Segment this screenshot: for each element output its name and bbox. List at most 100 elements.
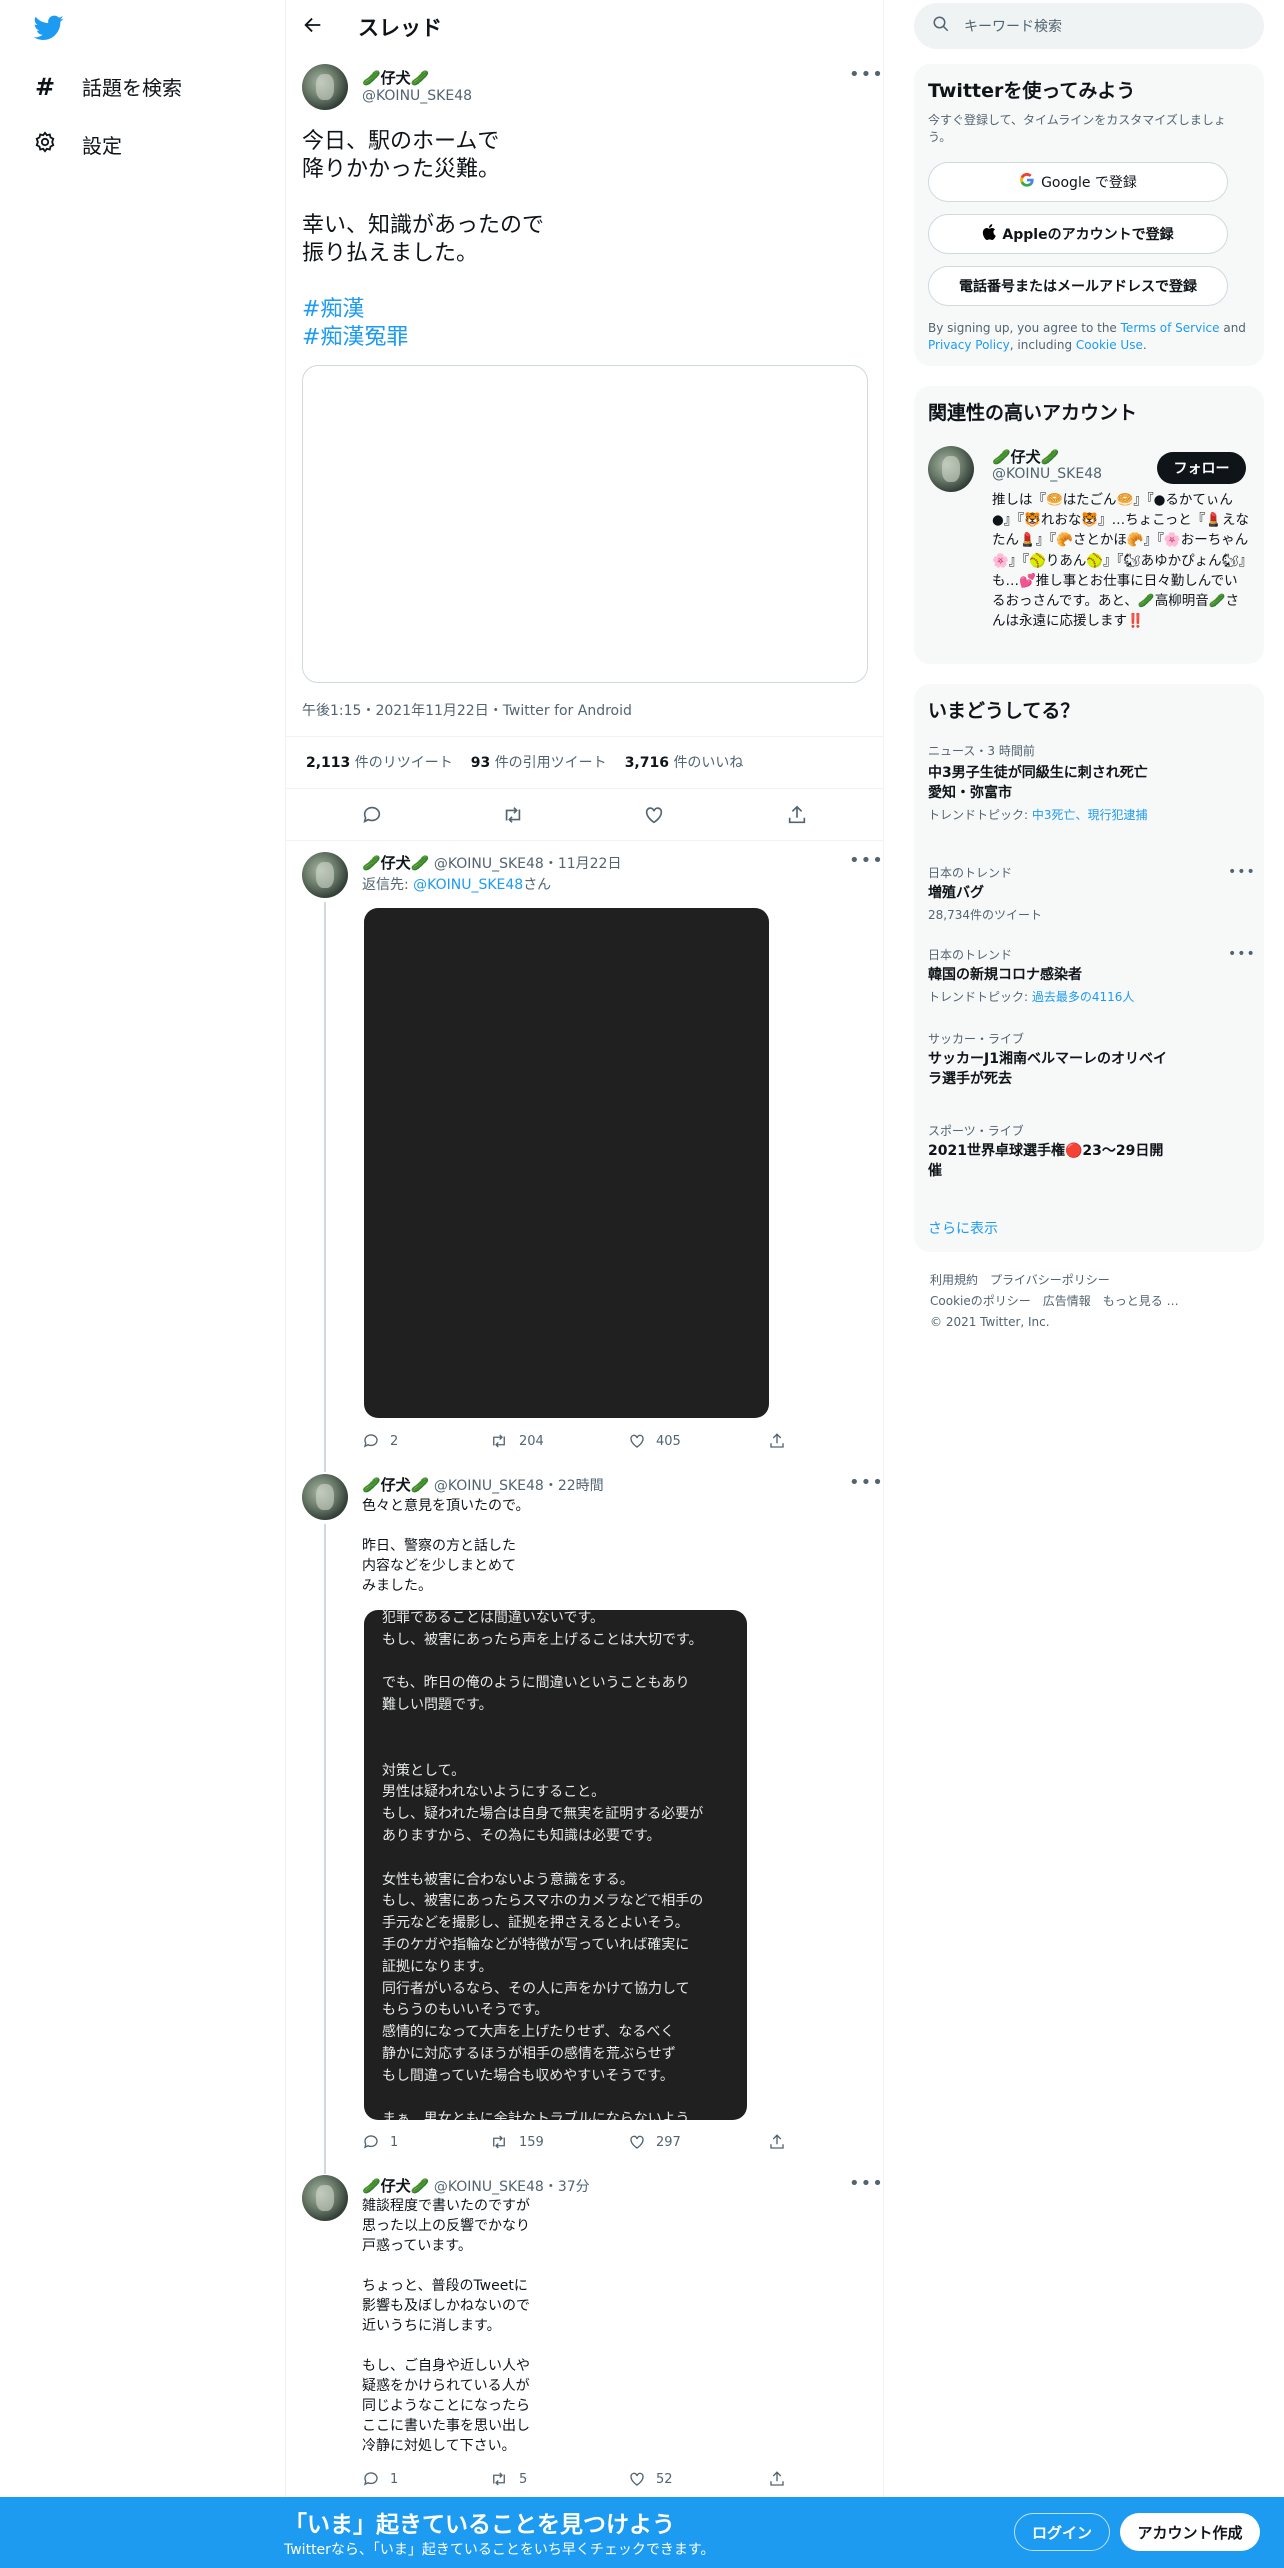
trend-category: 日本のトレンド <box>928 948 1013 962</box>
likes-label: 件のいいね <box>673 755 744 771</box>
trend-topic-link[interactable]: 中3死亡、現行犯逮捕 <box>1032 808 1148 822</box>
like-icon[interactable] <box>643 804 665 830</box>
hashtag-icon: # <box>34 72 56 101</box>
trend-more-icon[interactable]: ••• <box>1228 864 1256 880</box>
reply-to-link[interactable]: @KOINU_SKE48 <box>413 877 523 893</box>
trend-category: ニュース・3 時間前 <box>928 744 1035 758</box>
avatar[interactable] <box>302 852 348 898</box>
reply-icon[interactable] <box>361 804 383 830</box>
display-name[interactable]: 🥒仔犬🥒 <box>362 1476 429 1494</box>
create-account-button[interactable]: アカウント作成 <box>1120 2513 1260 2551</box>
google-icon <box>1019 172 1035 192</box>
retweets-stat[interactable]: 2,113 件のリツイート <box>306 752 453 772</box>
reply-button[interactable]: 1 <box>362 2470 398 2488</box>
trend-item[interactable]: ニュース・3 時間前 中3男子生徒が同級生に刺され死亡 愛知・弥富市 トレンドト… <box>928 742 1168 824</box>
avatar[interactable] <box>928 446 974 492</box>
google-signup-button[interactable]: Google で登録 <box>928 162 1228 202</box>
share-icon[interactable] <box>768 2133 786 2155</box>
like-button[interactable]: 405 <box>628 1432 681 1450</box>
privacy-link[interactable]: Privacy Policy <box>928 338 1010 352</box>
terms-text: , including <box>1009 338 1076 352</box>
more-options-icon[interactable]: ••• <box>849 850 884 871</box>
tweet-image[interactable] <box>364 908 769 1418</box>
more-options-icon[interactable]: ••• <box>849 64 884 85</box>
login-button[interactable]: ログイン <box>1014 2513 1110 2551</box>
retweet-count: 204 <box>519 1433 544 1449</box>
handle-time[interactable]: @KOINU_SKE48・22時間 <box>434 1478 604 1494</box>
display-name[interactable]: 🥒仔犬🥒 <box>362 854 429 872</box>
footer-link[interactable]: もっと見る … <box>1103 1294 1179 1308</box>
footer-links: 利用規約 プライバシーポリシー Cookieのポリシー 広告情報 もっと見る … © … <box>930 1270 1250 1333</box>
handle-time[interactable]: @KOINU_SKE48・11月22日 <box>434 856 622 872</box>
footer-link[interactable]: プライバシーポリシー <box>990 1273 1110 1287</box>
more-options-icon[interactable]: ••• <box>849 1472 884 1493</box>
reply-button[interactable]: 1 <box>362 2133 398 2151</box>
nav-item-explore[interactable]: # 話題を検索 <box>34 72 182 101</box>
reply-header: 🥒仔犬🥒 @KOINU_SKE48・11月22日 <box>362 852 621 873</box>
retweet-icon <box>493 2472 505 2486</box>
like-icon <box>630 2472 644 2486</box>
avatar[interactable] <box>302 64 348 110</box>
trends-title: いまどうしてる？ <box>928 700 1080 722</box>
display-name[interactable]: 🥒仔犬🥒 <box>992 446 1059 467</box>
back-arrow-icon[interactable] <box>302 14 324 42</box>
media-card[interactable] <box>302 365 868 683</box>
twitter-logo-icon[interactable] <box>33 15 64 45</box>
retweet-icon[interactable] <box>501 804 525 830</box>
tweet-timestamp[interactable]: 午後1:15・2021年11月22日・Twitter for Android <box>302 700 632 720</box>
nav-item-settings[interactable]: 設定 <box>34 130 122 159</box>
cookie-link[interactable]: Cookie Use <box>1076 338 1143 352</box>
tweet-image[interactable]: 犯罪であることは間違いないです。 もし、被害にあったら声を上げることは大切です。… <box>364 1610 747 2120</box>
terms-link[interactable]: Terms of Service <box>1121 321 1220 335</box>
like-count: 52 <box>656 2471 673 2487</box>
retweet-button[interactable]: 5 <box>489 2470 527 2488</box>
quotes-stat[interactable]: 93 件の引用ツイート <box>471 752 607 772</box>
terms-text: By signing up, you agree to the <box>928 321 1121 335</box>
trend-topic-link[interactable]: 過去最多の4116人 <box>1032 990 1135 1004</box>
share-icon[interactable] <box>768 2470 786 2492</box>
handle[interactable]: @KOINU_SKE48 <box>362 88 472 104</box>
hashtag-link[interactable]: #痴漢冤罪 <box>302 324 408 352</box>
follow-button[interactable]: フォロー <box>1157 452 1246 484</box>
trend-name: サッカーJ1湘南ベルマーレのオリベイラ選手が死去 <box>928 1051 1167 1087</box>
like-button[interactable]: 52 <box>628 2470 673 2488</box>
trend-item[interactable]: 日本のトレンド 韓国の新規コロナ感染者 トレンドトピック: 過去最多の4116人 <box>928 946 1168 1006</box>
trend-item[interactable]: スポーツ・ライブ 2021世界卓球選手権🔴23〜29日開催 <box>928 1122 1168 1181</box>
trend-name: 韓国の新規コロナ感染者 <box>928 967 1082 983</box>
retweet-button[interactable]: 204 <box>489 1432 544 1450</box>
quotes-label: 件の引用ツイート <box>494 755 607 771</box>
trend-more-icon[interactable]: ••• <box>1228 946 1256 962</box>
trend-item[interactable]: 日本のトレンド 増殖バグ 28,734件のツイート <box>928 864 1168 924</box>
footer-link[interactable]: 利用規約 <box>930 1273 978 1287</box>
apple-signup-button[interactable]: Appleのアカウントで登録 <box>928 214 1228 254</box>
tweet-text: 色々と意見を頂いたので。 昨日、警察の方と話した 内容などを少しまとめて みまし… <box>362 1498 530 1594</box>
avatar[interactable] <box>302 2175 348 2221</box>
show-more-link[interactable]: さらに表示 <box>928 1218 998 1238</box>
hashtag-link[interactable]: #痴漢 <box>302 296 364 324</box>
reply-button[interactable]: 2 <box>362 1432 398 1450</box>
share-icon[interactable] <box>786 804 808 830</box>
quotes-count: 93 <box>470 755 491 771</box>
footer-link[interactable]: 広告情報 <box>1043 1294 1091 1308</box>
reply-to-prefix: 返信先: <box>362 877 414 893</box>
display-name[interactable]: 🥒仔犬🥒 <box>362 67 429 88</box>
likes-stat[interactable]: 3,716 件のいいね <box>625 752 744 772</box>
tweet-stats: 2,113 件のリツイート 93 件の引用ツイート 3,716 件のいいね <box>306 752 743 772</box>
apple-icon <box>982 224 997 244</box>
like-button[interactable]: 297 <box>628 2133 681 2151</box>
image-text: 犯罪であることは間違いないです。 もし、被害にあったら声を上げることは大切です。… <box>382 1610 704 2120</box>
share-icon[interactable] <box>768 1432 786 1454</box>
handle-time[interactable]: @KOINU_SKE48・37分 <box>434 2179 590 2195</box>
retweet-button[interactable]: 159 <box>489 2133 544 2151</box>
phone-email-signup-button[interactable]: 電話番号またはメールアドレスで登録 <box>928 266 1228 306</box>
search-input[interactable]: キーワード検索 <box>914 3 1264 49</box>
trend-name: 2021世界卓球選手権🔴23〜29日開催 <box>928 1143 1164 1179</box>
more-options-icon[interactable]: ••• <box>849 2173 884 2194</box>
avatar[interactable] <box>302 1474 348 1520</box>
bottom-signup-bar: 「いま」起きていることを見つけよう Twitterなら、「いま」起きていることを… <box>0 2497 1284 2568</box>
display-name[interactable]: 🥒仔犬🥒 <box>362 2177 429 2195</box>
trend-item[interactable]: サッカー・ライブ サッカーJ1湘南ベルマーレのオリベイラ選手が死去 <box>928 1030 1168 1089</box>
handle[interactable]: @KOINU_SKE48 <box>992 466 1102 482</box>
bottom-bar-subtitle: Twitterなら、「いま」起きていることをいち早くチェックできます。 <box>284 2542 715 2558</box>
footer-link[interactable]: Cookieのポリシー <box>930 1294 1031 1308</box>
